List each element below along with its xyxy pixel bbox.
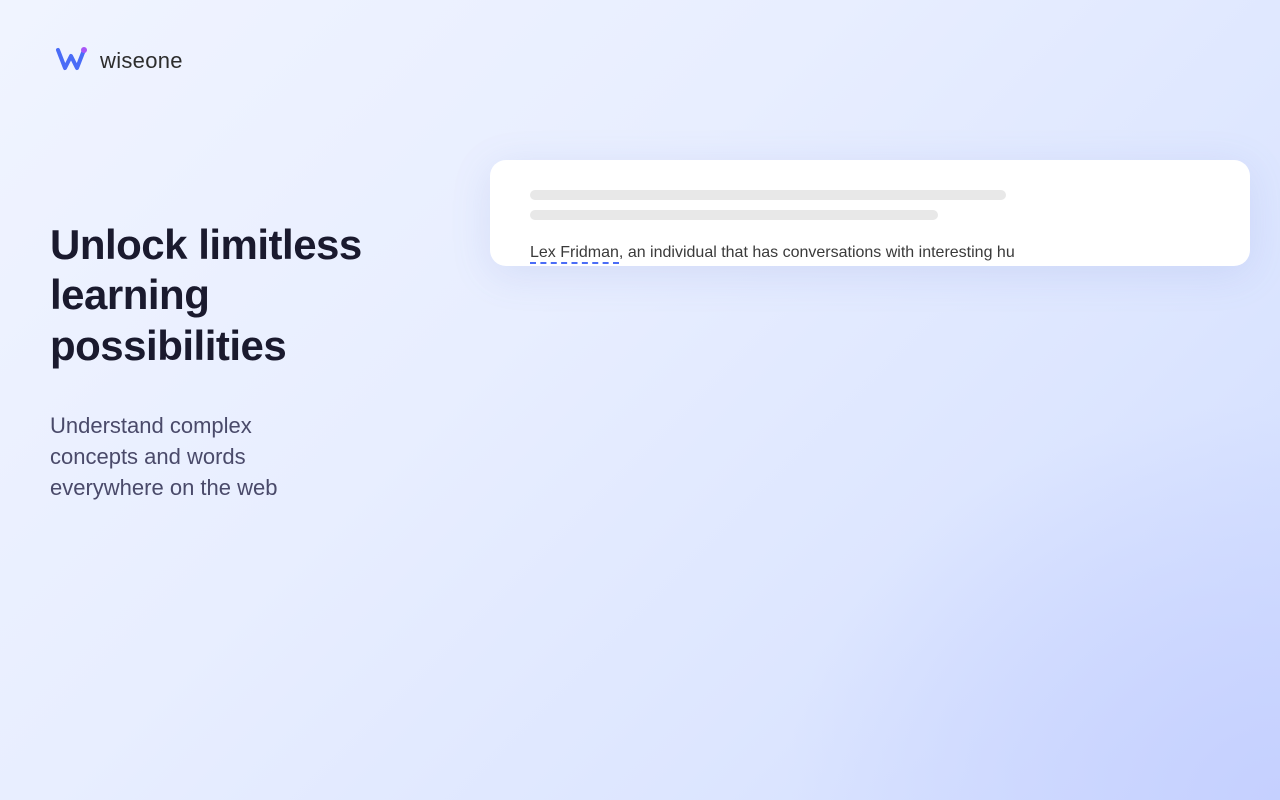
sub-heading: Understand complex concepts and words ev… [50, 411, 450, 503]
main-heading: Unlock limitless learning possibilities [50, 220, 450, 371]
skeleton-lines [530, 190, 1210, 220]
text-excerpt: Lex Fridman, an individual that has conv… [530, 240, 1210, 266]
text-excerpt-area: Lex Fridman, an individual that has conv… [530, 240, 1210, 266]
highlighted-term: Lex Fridman [530, 244, 619, 264]
logo: wiseone [50, 40, 183, 82]
wiseone-logo-icon [50, 40, 92, 82]
logo-text: wiseone [100, 48, 183, 74]
browser-panel: Lex Fridman, an individual that has conv… [490, 160, 1250, 266]
hero-section: Unlock limitless learning possibilities … [50, 220, 450, 504]
skeleton-line-2 [530, 210, 938, 220]
skeleton-line-1 [530, 190, 1006, 200]
